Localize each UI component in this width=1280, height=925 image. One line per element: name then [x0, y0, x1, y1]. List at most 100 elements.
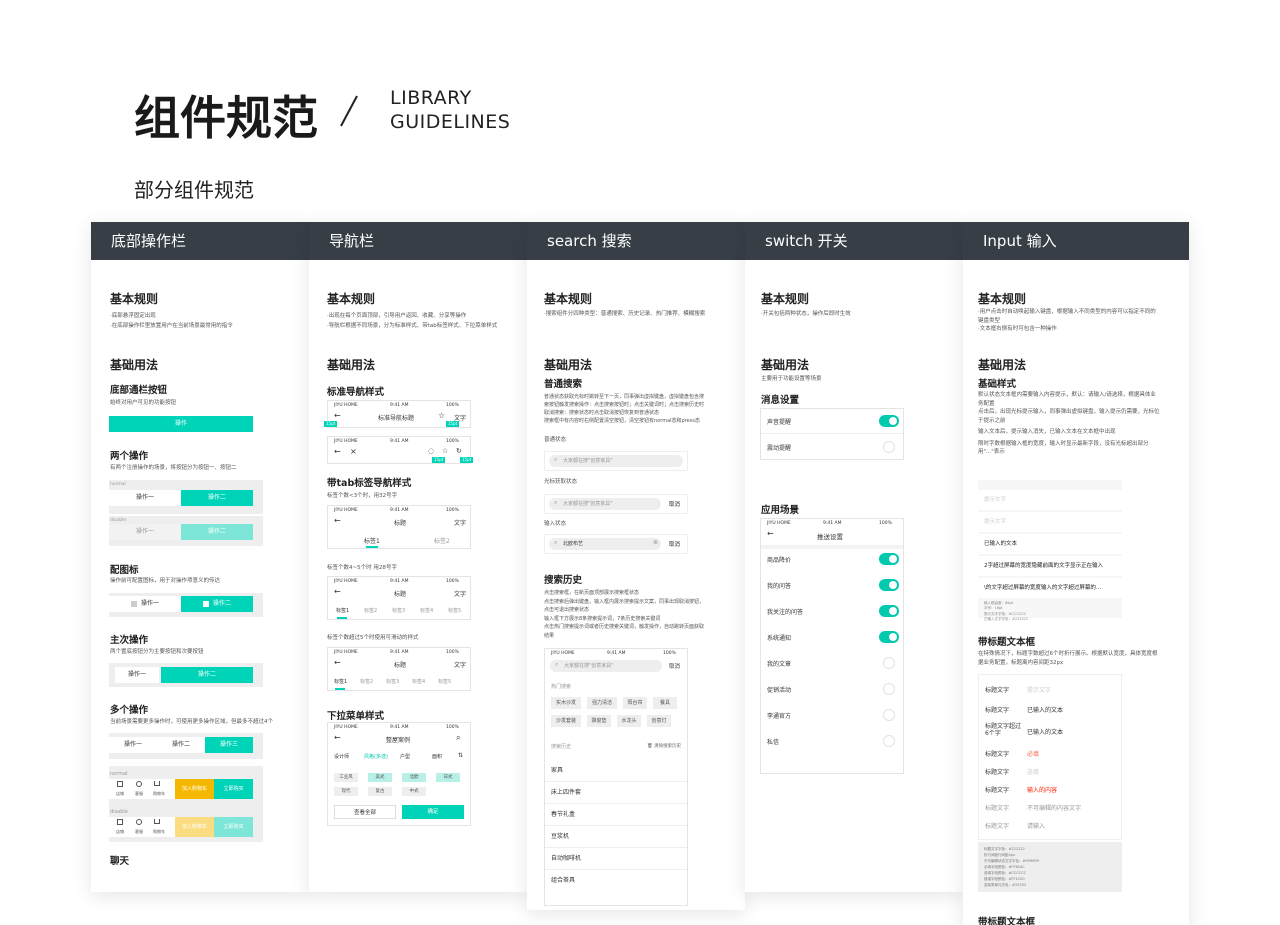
clear-icon[interactable]: ⊗ — [653, 539, 658, 546]
nav-text-action[interactable]: 文字 — [454, 518, 466, 527]
op2-button[interactable]: 操作二 — [157, 737, 205, 753]
switch-off[interactable] — [883, 657, 895, 669]
share-icon[interactable]: ↻ — [456, 447, 462, 455]
style-option[interactable]: 工业风 — [334, 773, 358, 782]
back-arrow-icon[interactable]: ← — [334, 411, 341, 420]
primary-button[interactable]: 操作二 — [161, 667, 253, 683]
hot-chip[interactable]: 创意灯 — [647, 715, 671, 727]
field-value[interactable]: 已输入的文本 — [1027, 727, 1063, 736]
op3-button[interactable]: 操作三 — [205, 737, 253, 753]
op2-icon-button[interactable]: 操作二 — [181, 596, 253, 612]
field-placeholder[interactable]: 提示文字 — [1027, 685, 1051, 694]
view-all-button[interactable]: 查看全部 — [334, 805, 396, 819]
nav-text-action[interactable]: 文字 — [454, 660, 466, 669]
search-input[interactable]: 北欧布艺 — [549, 538, 661, 550]
sort-icon[interactable]: ⇅ — [458, 752, 463, 759]
back-arrow-icon[interactable]: ← — [767, 529, 774, 538]
switch-on[interactable] — [879, 579, 899, 591]
style-option-selected[interactable]: 北欧 — [402, 773, 426, 782]
tab-4[interactable]: 标签4 — [420, 607, 433, 614]
style-option[interactable]: 中式 — [402, 787, 426, 796]
tab-2[interactable]: 标签2 — [434, 536, 450, 545]
switch-on[interactable] — [879, 631, 899, 643]
tab-4[interactable]: 标签4 — [412, 678, 425, 685]
close-icon[interactable]: × — [350, 447, 357, 456]
hot-chip[interactable]: 阳台帘 — [623, 697, 647, 709]
confirm-button[interactable]: 确定 — [402, 805, 464, 819]
search-input[interactable]: 大家都在搜"创意家具" — [549, 455, 683, 467]
field-error[interactable]: 输入的内容 — [1027, 785, 1057, 794]
back-arrow-icon[interactable]: ← — [334, 587, 341, 596]
field-input[interactable]: 请输入 — [1027, 821, 1045, 830]
op1-button[interactable]: 操作一 — [109, 737, 157, 753]
tab-3[interactable]: 标签3 — [392, 607, 405, 614]
history-item[interactable]: 自动咖啡机 — [551, 853, 581, 862]
switch-off[interactable] — [883, 735, 895, 747]
back-arrow-icon[interactable]: ← — [334, 733, 341, 742]
search-input[interactable]: 大家都在搜"创意家具" — [549, 498, 661, 510]
field-value[interactable]: 已输入的文本 — [1027, 705, 1063, 714]
tab-3[interactable]: 标签3 — [386, 678, 399, 685]
star-icon[interactable]: ☆ — [438, 411, 445, 420]
tab-5[interactable]: 标签5 — [448, 607, 461, 614]
switch-on[interactable] — [879, 553, 899, 565]
service-icon-label[interactable]: 客服 — [135, 789, 143, 798]
tab-1[interactable]: 标签1 — [336, 607, 349, 614]
back-arrow-icon[interactable]: ← — [334, 658, 341, 667]
hot-chip[interactable]: 强力清洁 — [587, 697, 617, 709]
field-optional[interactable]: 选填 — [1027, 767, 1039, 776]
square-icon — [130, 600, 137, 607]
search-icon[interactable]: ⌕ — [456, 733, 460, 743]
hot-chip[interactable]: 实木沙发 — [551, 697, 581, 709]
history-item[interactable]: 春节礼盒 — [551, 809, 575, 818]
chat-icon[interactable]: ◌ — [428, 447, 434, 455]
filter-designer[interactable]: 设计师 — [334, 753, 349, 760]
cancel-button[interactable]: 取消 — [669, 662, 680, 670]
hot-chip[interactable]: 餐具 — [653, 697, 677, 709]
hot-chip[interactable]: 沙发套装 — [551, 715, 581, 727]
cancel-button[interactable]: 取消 — [669, 540, 680, 548]
full-bar-button[interactable]: 操作 — [109, 416, 253, 432]
back-arrow-icon[interactable]: ← — [334, 516, 341, 525]
op1-button[interactable]: 操作一 — [109, 490, 181, 506]
tab-2[interactable]: 标签2 — [364, 607, 377, 614]
style-option-selected[interactable]: 日式 — [436, 773, 460, 782]
style-option[interactable]: 现代 — [334, 787, 358, 796]
buy-now-button[interactable]: 立即购买 — [214, 779, 253, 799]
add-cart-button[interactable]: 加入购物车 — [175, 779, 214, 799]
tab-2[interactable]: 标签2 — [360, 678, 373, 685]
switch-on[interactable] — [879, 415, 899, 427]
cart-icon-label[interactable]: 购物车 — [153, 789, 165, 798]
style-option[interactable]: 复古 — [368, 787, 392, 796]
search-input[interactable]: 大家都在搜"创意家具" — [550, 660, 662, 672]
style-option-selected[interactable]: 美式 — [368, 773, 392, 782]
sub-desc: 标签个数4~5个时 用28号字 — [327, 565, 397, 571]
tab-1[interactable]: 标签1 — [334, 678, 347, 685]
history-item[interactable]: 家具 — [551, 765, 563, 774]
clear-history-button[interactable]: 🗑 清除搜索历史 — [647, 743, 681, 749]
op1-icon-button[interactable]: 操作一 — [109, 596, 181, 612]
field-required[interactable]: 必填 — [1027, 749, 1039, 758]
desc-line: 务配置 — [978, 400, 995, 407]
switch-off[interactable] — [883, 683, 895, 695]
filter-layout[interactable]: 户型 — [400, 753, 410, 760]
filter-area[interactable]: 面积 — [432, 753, 442, 760]
tab-1[interactable]: 标签1 — [364, 536, 380, 545]
nav-text-action[interactable]: 文字 — [454, 589, 466, 598]
shop-icon-label[interactable]: 店铺 — [116, 789, 124, 798]
filter-style[interactable]: 风格(多选) — [364, 753, 388, 760]
switch-on[interactable] — [879, 605, 899, 617]
star-icon[interactable]: ☆ — [442, 447, 448, 455]
switch-off[interactable] — [883, 441, 895, 453]
history-item[interactable]: 组合茶具 — [551, 875, 575, 884]
secondary-button[interactable]: 操作一 — [115, 667, 159, 683]
hot-chip[interactable]: 水龙头 — [617, 715, 641, 727]
switch-off[interactable] — [883, 709, 895, 721]
history-item[interactable]: 豆浆机 — [551, 831, 569, 840]
op2-button[interactable]: 操作二 — [181, 490, 253, 506]
cancel-button[interactable]: 取消 — [669, 500, 680, 508]
tab-5[interactable]: 标签5 — [438, 678, 451, 685]
hot-chip[interactable]: 飘窗垫 — [587, 715, 611, 727]
back-arrow-icon[interactable]: ← — [334, 447, 341, 456]
history-item[interactable]: 床上四件套 — [551, 787, 581, 796]
